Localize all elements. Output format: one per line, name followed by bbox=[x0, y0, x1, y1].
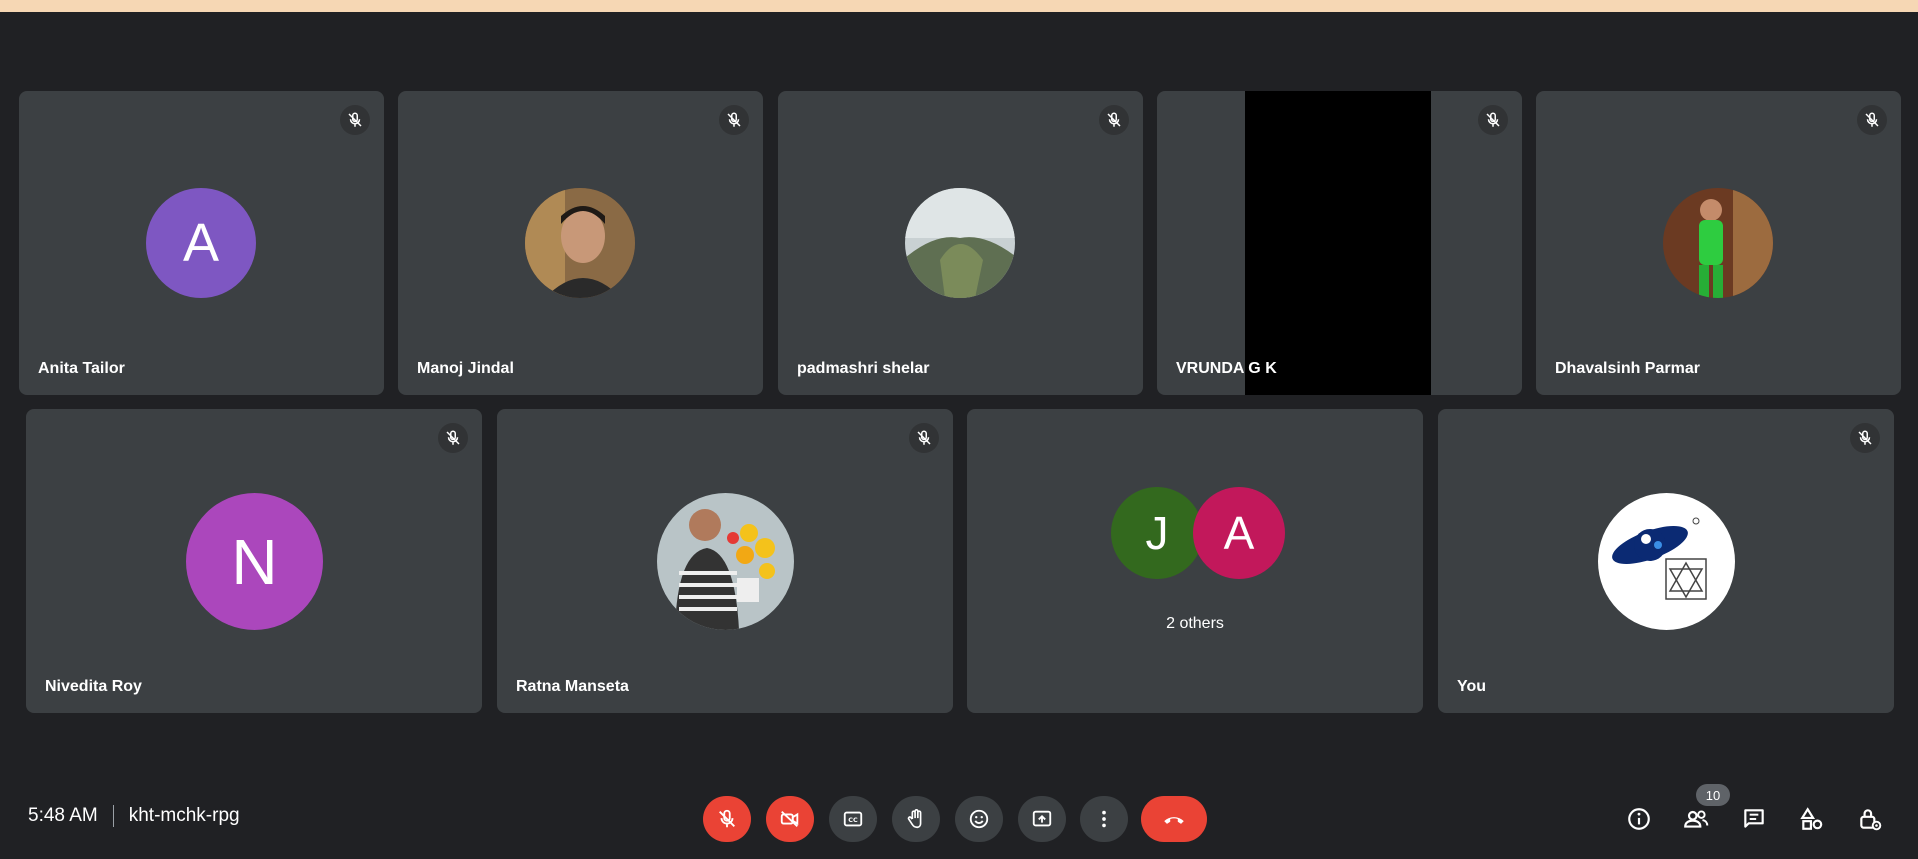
end-call-icon bbox=[1164, 817, 1184, 824]
host-controls-button[interactable] bbox=[1850, 799, 1890, 839]
avatar: A bbox=[146, 188, 256, 298]
avatar-initial: A bbox=[182, 213, 220, 273]
host-controls-icon bbox=[1860, 809, 1882, 831]
muted-mic-icon bbox=[1099, 105, 1129, 135]
meeting-details-button[interactable] bbox=[1619, 799, 1659, 839]
info-icon bbox=[1628, 808, 1650, 830]
present-icon bbox=[1032, 810, 1052, 827]
participant-tile-padmashri[interactable]: padmashri shelar bbox=[778, 91, 1143, 395]
avatar-photo bbox=[905, 188, 1015, 298]
top-strip bbox=[0, 0, 1918, 12]
participant-tile-nivedita[interactable]: N Nivedita Roy bbox=[26, 409, 482, 713]
present-button[interactable] bbox=[1018, 796, 1066, 842]
others-label: 2 others bbox=[1166, 615, 1224, 632]
chat-icon bbox=[1744, 809, 1764, 828]
avatar-photo bbox=[525, 188, 635, 298]
chat-button[interactable] bbox=[1734, 799, 1774, 839]
avatar-photo bbox=[1663, 188, 1773, 298]
captions-button[interactable]: CC bbox=[829, 796, 877, 842]
muted-mic-icon bbox=[340, 105, 370, 135]
more-options-icon bbox=[1102, 810, 1106, 828]
participant-tile-anita[interactable]: A Anita Tailor bbox=[19, 91, 384, 395]
participant-tile-you[interactable]: You bbox=[1438, 409, 1894, 713]
raise-hand-button[interactable] bbox=[892, 796, 940, 842]
muted-mic-icon bbox=[909, 423, 939, 453]
muted-mic-icon bbox=[1478, 105, 1508, 135]
camera-toggle-button[interactable] bbox=[766, 796, 814, 842]
participant-tile-ratna[interactable]: Ratna Manseta bbox=[497, 409, 953, 713]
meeting-code: kht-mchk-rpg bbox=[128, 805, 240, 826]
avatar-initial: A bbox=[1223, 507, 1255, 559]
participant-name: Anita Tailor bbox=[38, 360, 125, 377]
more-options-button[interactable] bbox=[1080, 796, 1128, 842]
muted-mic-icon bbox=[1857, 105, 1887, 135]
avatar-initial: N bbox=[231, 525, 278, 598]
captions-icon: CC bbox=[843, 811, 863, 827]
mic-toggle-button[interactable] bbox=[703, 796, 751, 842]
activities-button[interactable] bbox=[1792, 799, 1832, 839]
participant-name: Dhavalsinh Parmar bbox=[1555, 360, 1700, 377]
participant-name: Manoj Jindal bbox=[417, 360, 514, 377]
end-call-button[interactable] bbox=[1141, 796, 1207, 842]
avatar-others-2: A bbox=[1193, 487, 1285, 579]
emoji-icon bbox=[969, 809, 989, 829]
raise-hand-icon bbox=[907, 809, 922, 829]
avatar-others-1: J bbox=[1111, 487, 1203, 579]
participant-tile-vrunda[interactable]: VRUNDA G K bbox=[1157, 91, 1522, 395]
activities-icon bbox=[1800, 807, 1823, 830]
participant-name: Ratna Manseta bbox=[516, 678, 629, 695]
participant-tile-others[interactable]: J A 2 others bbox=[967, 409, 1423, 713]
muted-mic-icon bbox=[1850, 423, 1880, 453]
participant-name: Nivedita Roy bbox=[45, 678, 142, 695]
participant-name: VRUNDA G K bbox=[1176, 360, 1277, 377]
svg-text:CC: CC bbox=[848, 816, 858, 824]
participant-video bbox=[1245, 91, 1431, 395]
muted-mic-icon bbox=[719, 105, 749, 135]
muted-mic-icon bbox=[438, 423, 468, 453]
participant-tile-dhavalsinh[interactable]: Dhavalsinh Parmar bbox=[1536, 91, 1901, 395]
meeting-time: 5:48 AM bbox=[28, 805, 98, 826]
emoji-button[interactable] bbox=[955, 796, 1003, 842]
avatar-initial: J bbox=[1145, 507, 1169, 559]
participant-name: padmashri shelar bbox=[797, 360, 930, 377]
divider bbox=[112, 805, 114, 827]
avatar-logo bbox=[1598, 493, 1735, 630]
participant-name: You bbox=[1457, 678, 1487, 695]
participant-tile-manoj[interactable]: Manoj Jindal bbox=[398, 91, 763, 395]
avatar-photo bbox=[657, 493, 794, 630]
mic-off-icon bbox=[719, 809, 735, 828]
people-icon bbox=[1684, 810, 1709, 828]
avatar: N bbox=[186, 493, 323, 630]
camera-off-icon bbox=[780, 810, 799, 828]
people-count-badge: 10 bbox=[1696, 784, 1730, 806]
meeting-info: 5:48 AM kht-mchk-rpg bbox=[28, 805, 240, 827]
